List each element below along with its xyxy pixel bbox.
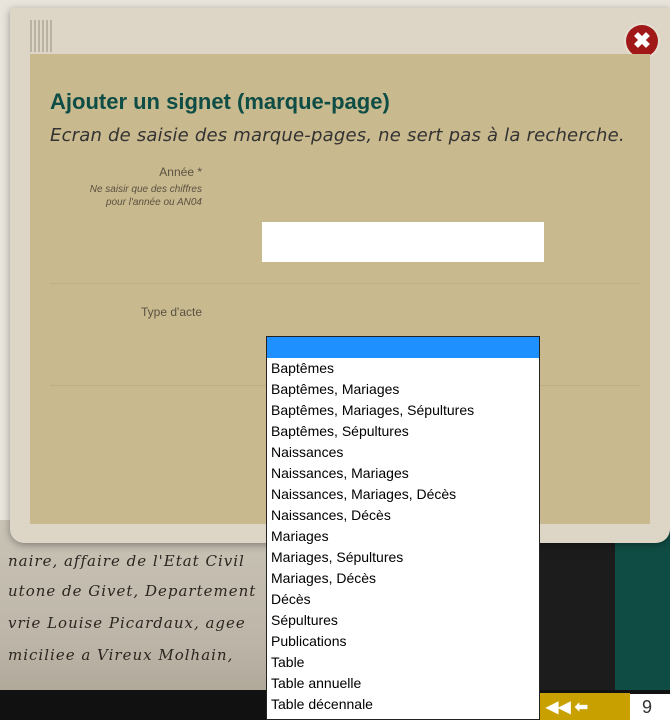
page-nav-buttons: ◀◀ ⬅ bbox=[540, 693, 630, 720]
dropdown-option[interactable]: Baptêmes, Mariages, Sépultures bbox=[267, 400, 539, 421]
drag-handle-icon[interactable] bbox=[30, 20, 52, 52]
dropdown-option[interactable]: Naissances, Mariages bbox=[267, 463, 539, 484]
dropdown-option[interactable]: Table annuelle bbox=[267, 673, 539, 694]
dropdown-option[interactable]: Mariages bbox=[267, 526, 539, 547]
dialog-subtitle: Ecran de saisie des marque-pages, ne ser… bbox=[50, 125, 625, 146]
dropdown-option[interactable]: Naissances, Mariages, Décès bbox=[267, 484, 539, 505]
dropdown-option[interactable]: Publications bbox=[267, 631, 539, 652]
dropdown-option[interactable]: Table bbox=[267, 652, 539, 673]
script-line: naire, affaire de l'Etat Civil bbox=[8, 552, 245, 570]
script-line: utone de Givet, Departement bbox=[8, 582, 257, 600]
dropdown-option[interactable]: Sépultures bbox=[267, 610, 539, 631]
arrow-left-icon[interactable]: ⬅ bbox=[575, 697, 588, 717]
annee-label: Année * bbox=[159, 165, 202, 179]
type-acte-dropdown[interactable]: Baptêmes Baptêmes, Mariages Baptêmes, Ma… bbox=[266, 336, 540, 720]
annee-input[interactable] bbox=[262, 222, 544, 262]
page-number-input[interactable]: 9 bbox=[630, 694, 670, 720]
dropdown-option[interactable]: Baptêmes bbox=[267, 358, 539, 379]
dialog-header[interactable]: ✖ bbox=[10, 8, 670, 57]
dropdown-option[interactable]: Naissances bbox=[267, 442, 539, 463]
dropdown-option[interactable]: Naissances, Décès bbox=[267, 505, 539, 526]
dropdown-option[interactable]: Mariages, Sépultures bbox=[267, 547, 539, 568]
type-acte-label: Type d'acte bbox=[141, 305, 202, 319]
dropdown-option[interactable]: Décès bbox=[267, 589, 539, 610]
dropdown-option[interactable]: Mariages, Décès bbox=[267, 568, 539, 589]
script-line: vrie Louise Picardaux, agee bbox=[8, 614, 246, 632]
annee-help-line: Ne saisir que des chiffres bbox=[89, 184, 202, 195]
divider bbox=[50, 283, 640, 284]
script-line: miciliee a Vireux Molhain, bbox=[8, 646, 234, 664]
dropdown-option[interactable]: Baptêmes, Mariages bbox=[267, 379, 539, 400]
dialog-title: Ajouter un signet (marque-page) bbox=[50, 89, 390, 114]
dropdown-option[interactable]: Table décennale bbox=[267, 694, 539, 715]
dropdown-option[interactable]: Baptêmes, Sépultures bbox=[267, 421, 539, 442]
dropdown-option-empty[interactable] bbox=[267, 337, 539, 358]
double-arrow-left-icon[interactable]: ◀◀ bbox=[546, 697, 571, 717]
annee-help-line: pour l'année ou AN04 bbox=[105, 197, 202, 208]
close-circle-icon[interactable]: ✖ bbox=[626, 25, 658, 57]
